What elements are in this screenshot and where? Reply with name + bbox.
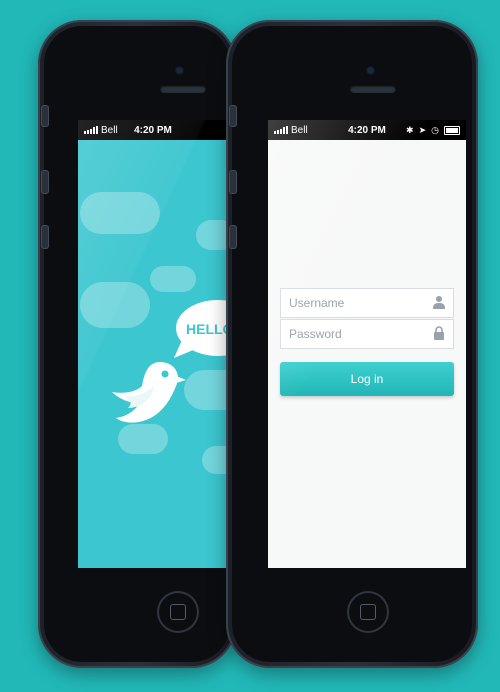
mute-switch [41, 105, 49, 127]
login-button[interactable]: Log in [280, 362, 454, 396]
status-bar: Bell 4:20 PM ✱ ➤ ◷ [268, 120, 466, 140]
mute-switch [229, 105, 237, 127]
status-time: 4:20 PM [134, 124, 172, 136]
bluetooth-icon: ✱ [406, 124, 414, 135]
volume-up-button [229, 170, 237, 194]
front-camera [366, 66, 375, 75]
left-screen: Bell 4:20 PM HELLO [78, 120, 228, 568]
username-field[interactable] [280, 288, 454, 318]
left-home-button[interactable] [157, 591, 199, 633]
bird-icon [112, 362, 186, 423]
status-bar: Bell 4:20 PM [78, 120, 228, 140]
location-icon: ➤ [418, 124, 427, 135]
volume-down-button [41, 225, 49, 249]
user-icon [433, 296, 445, 309]
left-phone: Bell 4:20 PM HELLO [38, 20, 236, 668]
alarm-icon: ◷ [431, 124, 439, 135]
earpiece-speaker [160, 85, 206, 93]
volume-up-button [41, 170, 49, 194]
front-camera [175, 66, 184, 75]
cloud-shape [196, 220, 228, 250]
earpiece-speaker [350, 85, 396, 93]
cloud-shape [150, 266, 196, 292]
right-phone: Bell 4:20 PM ✱ ➤ ◷ Log in [226, 20, 478, 668]
volume-down-button [229, 225, 237, 249]
password-input[interactable] [281, 327, 453, 341]
cloud-shape [80, 192, 160, 234]
cloud-shape [80, 282, 150, 328]
battery-icon [444, 125, 460, 135]
status-right: ✱ ➤ ◷ [406, 125, 460, 136]
lock-icon [434, 326, 444, 340]
right-screen: Bell 4:20 PM ✱ ➤ ◷ Log in [268, 120, 466, 568]
username-input[interactable] [281, 296, 453, 310]
speech-bubble-text: HELLO [186, 321, 228, 337]
cloud-shape [202, 446, 228, 474]
right-home-button[interactable] [347, 591, 389, 633]
password-field[interactable] [280, 319, 454, 349]
